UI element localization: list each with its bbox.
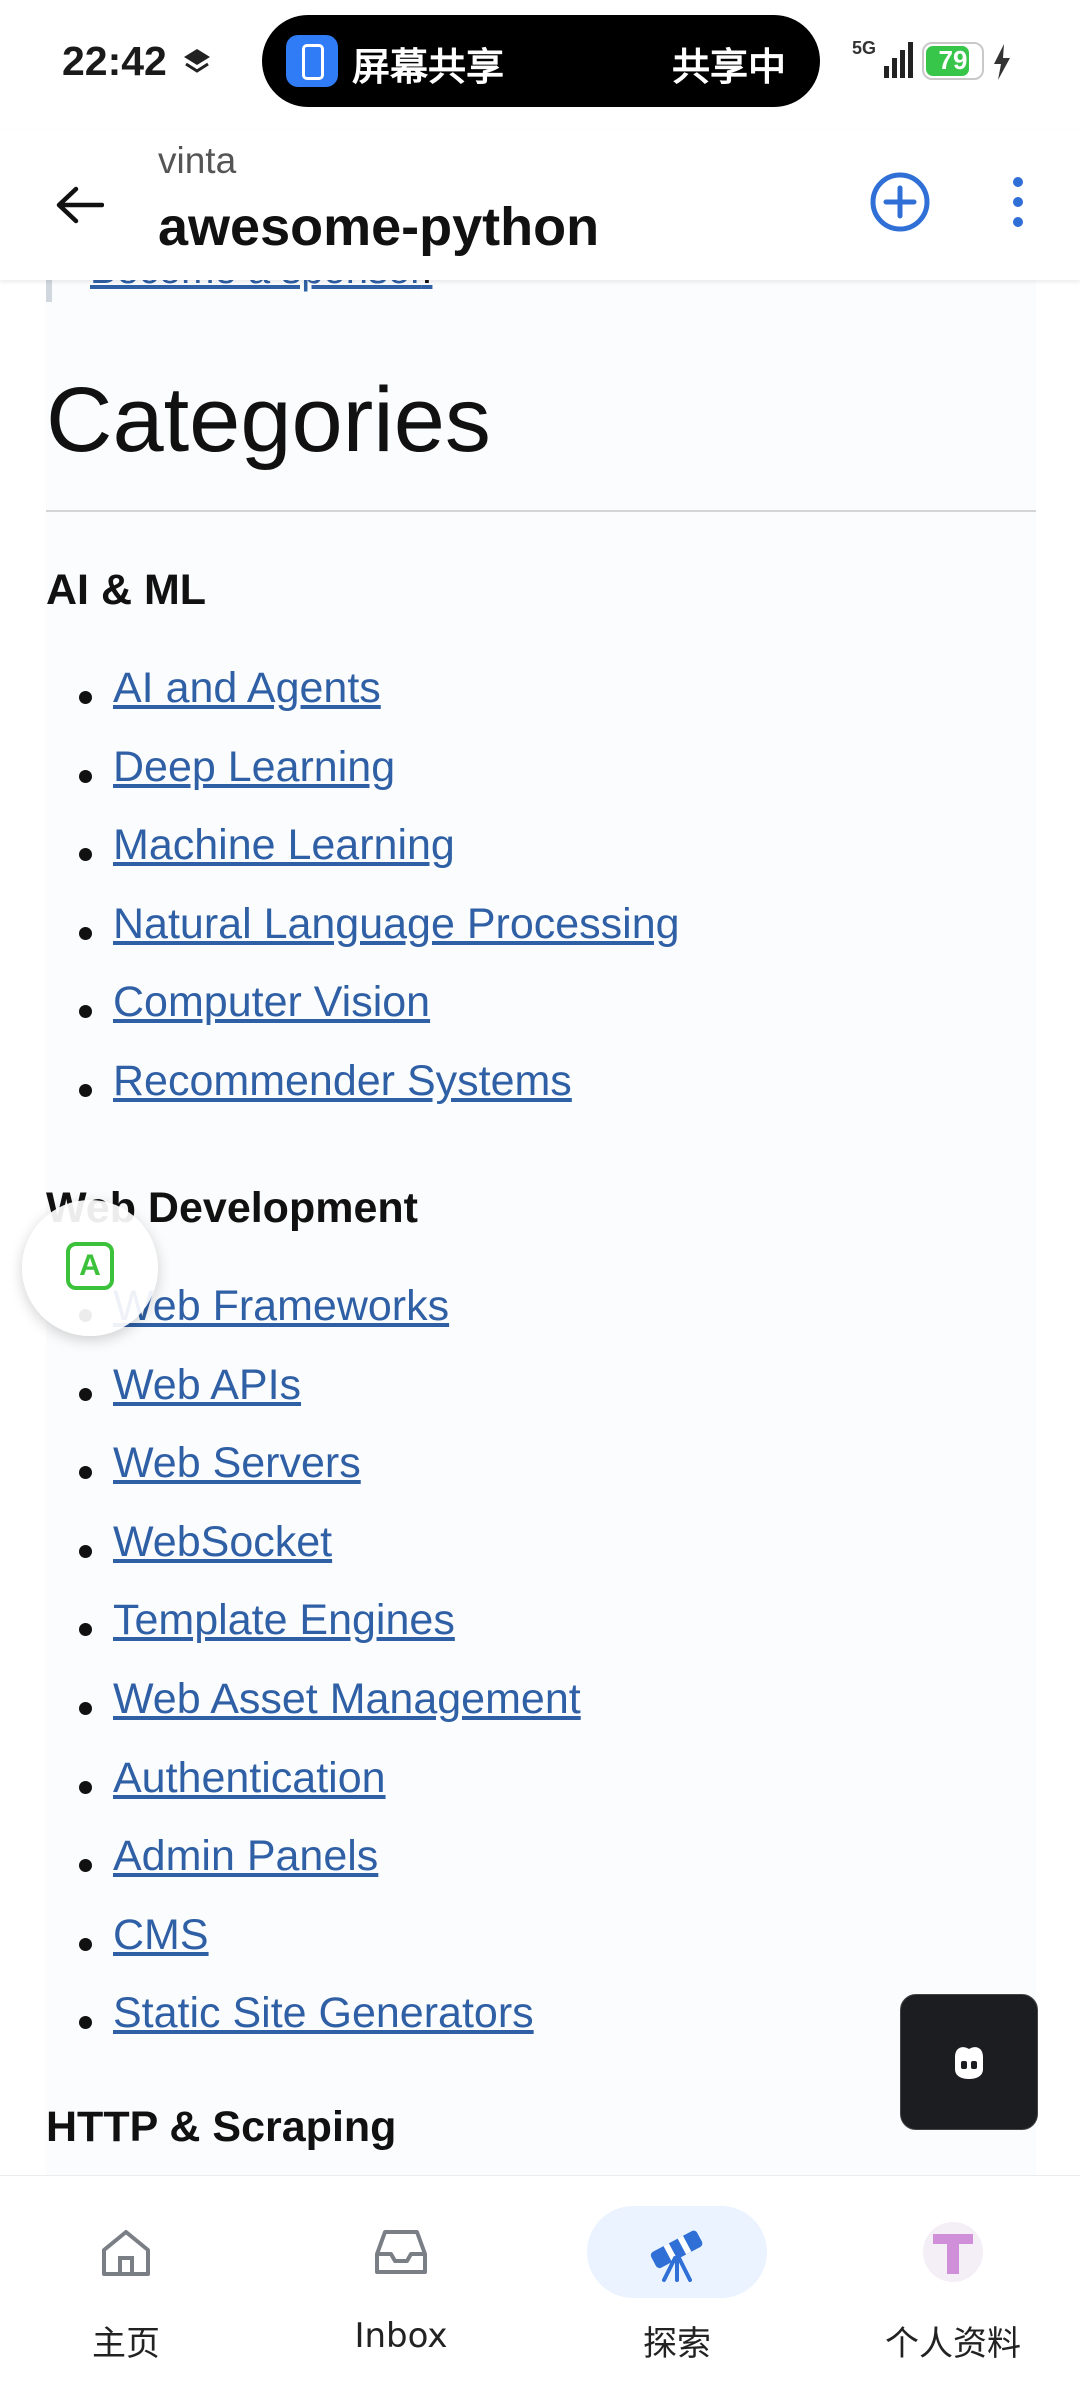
heading-divider: [46, 510, 1036, 512]
category-link[interactable]: Static Site Generators: [113, 1989, 534, 2038]
category-link[interactable]: Recommender Systems: [113, 1057, 572, 1106]
signal-icon: [870, 40, 914, 85]
charging-bolt-icon: [992, 44, 1012, 85]
nav-label-inbox: Inbox: [354, 2316, 448, 2356]
more-options-button[interactable]: [1000, 170, 1036, 234]
telescope-icon: [650, 2230, 703, 2282]
nav-profile[interactable]: 个人资料: [838, 2206, 1068, 2376]
profile-icon: [923, 2222, 983, 2282]
more-vertical-icon: [1013, 177, 1023, 227]
nav-explore[interactable]: 探索: [562, 2206, 792, 2376]
nav-label-profile: 个人资料: [885, 2324, 1021, 2364]
category-link[interactable]: Machine Learning: [113, 821, 455, 870]
app-header: vinta awesome-python: [0, 130, 1080, 280]
back-arrow-icon: [56, 186, 104, 224]
inbox-icon: [375, 2230, 427, 2274]
readme-content[interactable]: Become a sponsor. Categories AI & ML AI …: [46, 280, 1036, 2175]
sponsor-link[interactable]: Become a sponsor.: [90, 280, 432, 293]
categories-heading: Categories: [46, 369, 491, 471]
screen-share-icon: [286, 35, 338, 87]
add-circle-icon: [870, 172, 930, 232]
section-title-http-scraping: HTTP & Scraping: [46, 2103, 397, 2151]
category-link[interactable]: CMS: [113, 1911, 209, 1960]
category-link[interactable]: Web APIs: [113, 1361, 301, 1410]
category-link[interactable]: WebSocket: [113, 1518, 332, 1567]
repo-owner[interactable]: vinta: [158, 140, 236, 182]
status-bar: 22:42 屏幕共享 共享中 5G 79: [0, 0, 1080, 130]
repo-title: awesome-python: [158, 197, 600, 257]
nav-home[interactable]: 主页: [11, 2206, 241, 2376]
category-link[interactable]: Web Servers: [113, 1439, 361, 1488]
screen-share-pill[interactable]: 屏幕共享 共享中: [262, 15, 820, 107]
home-icon: [102, 2230, 150, 2276]
nav-label-home: 主页: [92, 2324, 160, 2364]
battery-level: 79: [938, 45, 968, 75]
blockquote-border: [46, 280, 52, 302]
category-link[interactable]: Admin Panels: [113, 1832, 378, 1881]
status-time: 22:42: [62, 38, 167, 84]
copilot-button[interactable]: [900, 1994, 1038, 2130]
screen-share-title: 屏幕共享: [352, 45, 505, 89]
bottom-nav: 主页 Inbox 探索 个人资料: [0, 2175, 1080, 2401]
category-link[interactable]: Template Engines: [113, 1596, 455, 1645]
category-link[interactable]: Web Asset Management: [113, 1675, 581, 1724]
category-link[interactable]: Natural Language Processing: [113, 900, 680, 949]
translate-icon: A: [66, 1242, 114, 1290]
nav-inbox[interactable]: Inbox: [286, 2206, 516, 2376]
battery-icon: 79: [922, 42, 984, 80]
layers-icon: [182, 47, 212, 82]
category-link[interactable]: Web Frameworks: [113, 1282, 449, 1331]
add-button[interactable]: [868, 170, 932, 234]
category-link[interactable]: AI and Agents: [113, 664, 381, 713]
screen-share-status: 共享中: [671, 45, 786, 89]
back-button[interactable]: [44, 170, 114, 240]
category-link[interactable]: Computer Vision: [113, 978, 430, 1027]
copilot-icon: [955, 2047, 983, 2079]
category-link[interactable]: Authentication: [113, 1754, 386, 1803]
section-title-ai-ml: AI & ML: [46, 566, 207, 614]
translate-button[interactable]: A: [22, 1200, 158, 1336]
category-link[interactable]: Deep Learning: [113, 743, 395, 792]
nav-label-explore: 探索: [643, 2324, 711, 2364]
